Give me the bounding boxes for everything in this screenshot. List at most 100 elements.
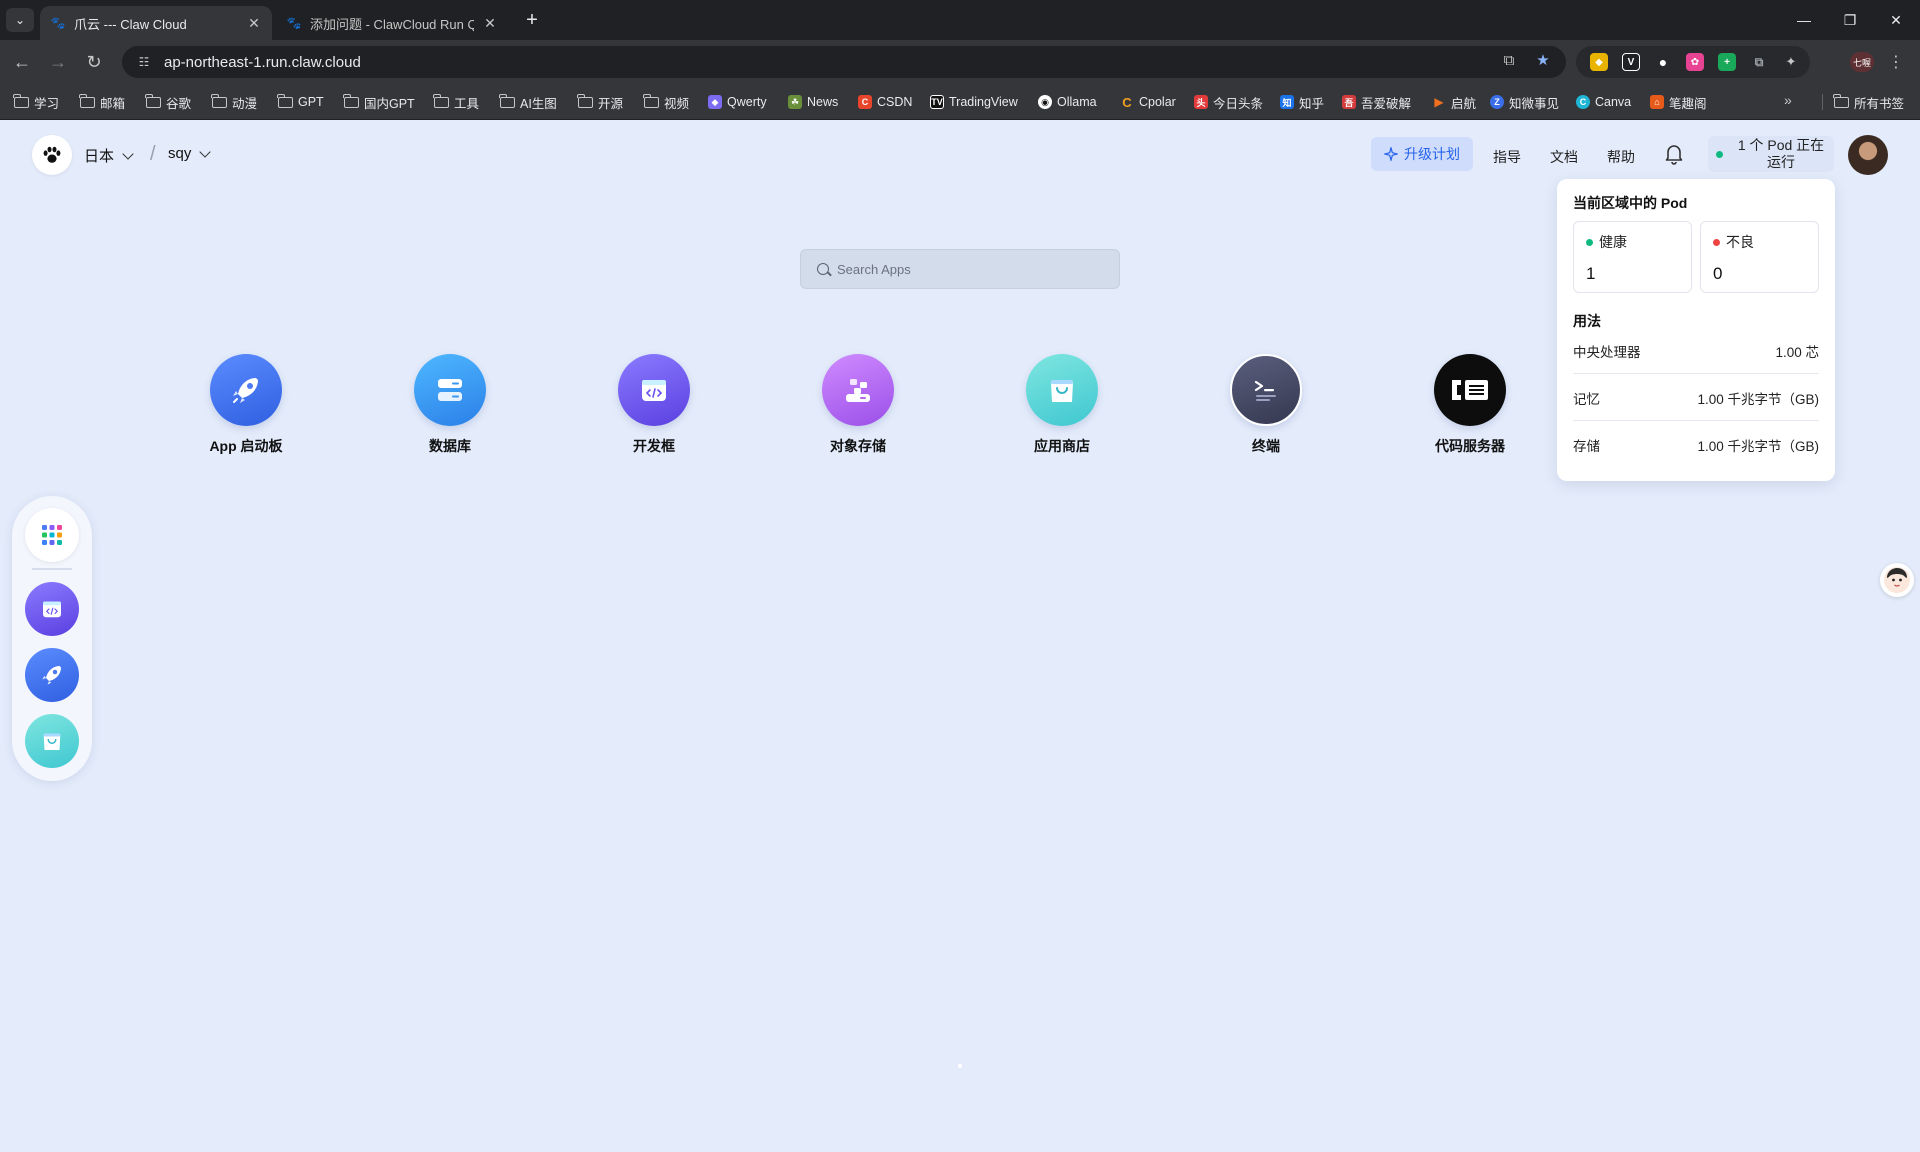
- new-tab-button[interactable]: +: [520, 8, 544, 32]
- bookmark-folder[interactable]: 视频: [643, 92, 689, 112]
- pod-dropdown-panel: 当前区域中的 Pod 健康 1 不良 0 用法 中央处理器 1.00 芯 记忆 …: [1557, 179, 1835, 481]
- app-launchpad[interactable]: App 启动板: [176, 354, 316, 456]
- chevron-down-icon: [199, 145, 212, 158]
- unhealthy-count: 0: [1713, 264, 1723, 283]
- app-terminal[interactable]: 终端: [1196, 354, 1336, 456]
- unhealthy-dot-icon: [1713, 238, 1720, 246]
- pod-panel-title: 当前区域中的 Pod: [1573, 195, 1688, 211]
- bookmark-qwerty[interactable]: ◆ Qwerty: [708, 92, 767, 112]
- app-store[interactable]: 应用商店: [992, 354, 1132, 456]
- dock-rocket-icon[interactable]: [25, 648, 79, 702]
- cpolar-icon: C: [1122, 94, 1132, 110]
- restore-icon[interactable]: ❐: [1826, 0, 1874, 40]
- claw-logo[interactable]: [32, 135, 72, 175]
- bookmark-folder[interactable]: GPT: [277, 92, 324, 112]
- bookmark-qihang[interactable]: ▶ 启航: [1432, 92, 1476, 112]
- folder-icon: [79, 93, 95, 108]
- bookmark-folder[interactable]: 学习: [13, 92, 59, 112]
- upgrade-plan-button[interactable]: 升级计划: [1371, 137, 1473, 171]
- usage-row-cpu: 中央处理器 1.00 芯: [1573, 331, 1819, 374]
- extension-pink-icon[interactable]: ✿: [1686, 53, 1704, 71]
- bookmark-csdn[interactable]: C CSDN: [858, 92, 912, 112]
- bookmark-folder[interactable]: 工具: [433, 92, 479, 112]
- dock-app-store-icon[interactable]: [25, 714, 79, 768]
- tab-inactive[interactable]: 🐾 添加问题 - ClawCloud Run Qu ✕: [276, 6, 508, 40]
- bookmark-tradingview[interactable]: TV TradingView: [930, 92, 1018, 112]
- zhihu-icon: 知: [1280, 95, 1294, 109]
- extension-green-icon[interactable]: +: [1718, 53, 1736, 71]
- ollama-icon: ◉: [1038, 95, 1052, 109]
- app-code-server[interactable]: 代码服务器: [1400, 354, 1540, 456]
- paw-icon: [43, 146, 61, 163]
- bookmark-folder[interactable]: 国内GPT: [343, 92, 415, 112]
- bookmark-zhihu[interactable]: 知知乎: [1280, 92, 1324, 112]
- region-selector[interactable]: 日本: [84, 145, 134, 166]
- extensions-group: ◆ V ● ✿ + ⧉ ✦: [1576, 46, 1810, 78]
- tab-active[interactable]: 🐾 爪云 --- Claw Cloud ✕: [40, 6, 272, 40]
- workspace-label: sqy: [168, 145, 192, 162]
- guide-link[interactable]: 指导: [1493, 147, 1521, 167]
- url-text: ap-northeast-1.run.claw.cloud: [164, 53, 361, 71]
- bookmarks-overflow-icon[interactable]: »: [1784, 92, 1792, 108]
- tab-close-icon[interactable]: ✕: [246, 15, 262, 32]
- bookmark-news[interactable]: ☘ News: [788, 92, 838, 112]
- bookmark-folder[interactable]: 动漫: [211, 92, 257, 112]
- workspace-selector[interactable]: sqy: [168, 145, 212, 162]
- extensions-puzzle-icon[interactable]: ✦: [1782, 53, 1800, 71]
- healthy-count: 1: [1586, 264, 1596, 283]
- assistant-avatar-icon[interactable]: [1880, 563, 1914, 597]
- search-apps-input[interactable]: Search Apps: [800, 249, 1120, 289]
- bookmark-toutiao[interactable]: 头今日头条: [1194, 92, 1263, 112]
- user-avatar[interactable]: [1848, 135, 1888, 175]
- help-link[interactable]: 帮助: [1607, 147, 1635, 167]
- all-bookmarks[interactable]: 所有书签: [1833, 92, 1904, 112]
- docs-link[interactable]: 文档: [1550, 147, 1578, 167]
- bookmark-folder[interactable]: 邮箱: [79, 92, 125, 112]
- breadcrumb-separator: /: [150, 143, 156, 165]
- region-label: 日本: [84, 148, 115, 165]
- dock-devbox-icon[interactable]: [25, 582, 79, 636]
- biquge-icon: ⌂: [1650, 95, 1664, 109]
- paw-favicon-icon: 🐾: [286, 16, 302, 30]
- tab-search-button[interactable]: ⌄: [6, 8, 34, 32]
- canva-icon: C: [1576, 95, 1590, 109]
- bookmark-zhiwei[interactable]: Z 知微事见: [1490, 92, 1559, 112]
- zhiwei-icon: Z: [1490, 95, 1504, 109]
- install-app-icon[interactable]: ⧉: [1497, 48, 1521, 72]
- bookmark-folder[interactable]: 开源: [577, 92, 623, 112]
- tab-title: 爪云 --- Claw Cloud: [74, 16, 187, 32]
- address-bar[interactable]: ☷ ap-northeast-1.run.claw.cloud: [122, 46, 1566, 78]
- bookmark-52pojie[interactable]: 吾吾爱破解: [1342, 92, 1411, 112]
- extension-copy-icon[interactable]: ⧉: [1750, 53, 1768, 71]
- usage-row-storage: 存储 1.00 千兆字节（GB): [1573, 439, 1819, 454]
- close-window-icon[interactable]: ✕: [1872, 0, 1920, 40]
- app-devbox[interactable]: 开发框: [584, 354, 724, 456]
- browser-tab-bar: ⌄ 🐾 爪云 --- Claw Cloud ✕ 🐾 添加问题 - ClawClo…: [0, 0, 1920, 40]
- bookmark-folder[interactable]: AI生图: [499, 92, 557, 112]
- bookmark-biquge[interactable]: ⌂ 笔趣阁: [1650, 92, 1707, 112]
- site-info-icon[interactable]: ☷: [134, 52, 154, 72]
- app-object-storage[interactable]: 对象存储: [788, 354, 928, 456]
- app-database[interactable]: 数据库: [380, 354, 520, 456]
- search-placeholder: Search Apps: [837, 261, 911, 277]
- bookmark-ollama[interactable]: ◉ Ollama: [1038, 92, 1097, 112]
- tab-close-icon[interactable]: ✕: [482, 15, 498, 32]
- bookmark-star-icon[interactable]: ★: [1531, 48, 1555, 72]
- pod-status-indicator[interactable]: 1 个 Pod 正在运行: [1708, 136, 1834, 172]
- extension-v-icon[interactable]: V: [1622, 53, 1640, 71]
- profile-chip[interactable]: 七喔: [1850, 52, 1874, 72]
- notification-bell-icon[interactable]: [1664, 143, 1684, 165]
- extension-icon[interactable]: ◆: [1590, 53, 1608, 71]
- bookmark-canva[interactable]: C Canva: [1576, 92, 1631, 112]
- bookmark-folder[interactable]: 谷歌: [145, 92, 191, 112]
- bookmark-cpolar[interactable]: C Cpolar: [1120, 92, 1176, 112]
- back-icon[interactable]: ←: [10, 50, 34, 74]
- status-dot-icon: [1716, 150, 1723, 158]
- forward-icon[interactable]: →: [46, 50, 70, 74]
- paw-favicon-icon: 🐾: [50, 16, 66, 30]
- app-grid-icon[interactable]: [25, 508, 79, 562]
- minimize-icon[interactable]: —: [1780, 0, 1828, 40]
- reload-icon[interactable]: ↻: [82, 50, 106, 74]
- browser-menu-icon[interactable]: ⋮: [1886, 50, 1906, 74]
- extension-circle-icon[interactable]: ●: [1654, 53, 1672, 71]
